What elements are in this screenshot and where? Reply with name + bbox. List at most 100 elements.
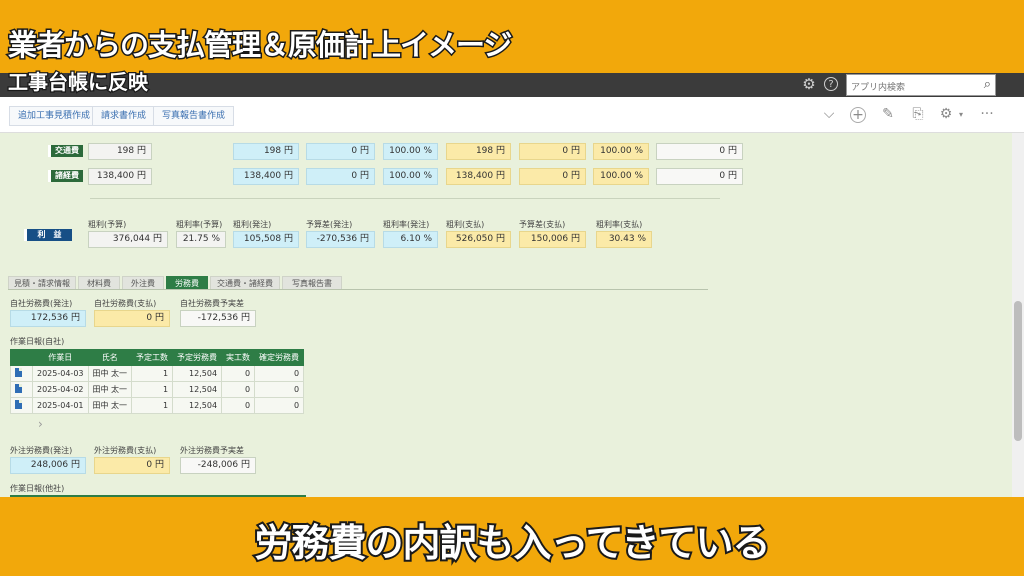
settings-caret-icon[interactable]: ▾ — [952, 110, 970, 119]
table-header-row: 作業日 氏名 予定工数 予定労務費 実工数 確定労務費 — [10, 349, 305, 366]
photo-report-button[interactable]: 写真報告書作成 — [153, 106, 235, 126]
profit-label: 利 益 — [24, 229, 72, 241]
daily-report-title: 作業日報(自社) — [10, 337, 65, 346]
search-input[interactable] — [847, 78, 967, 98]
cell-planned-hours: 1 — [131, 365, 174, 382]
video-title: 業者からの支払管理＆原価計上イメージ — [6, 27, 513, 64]
chevron-down-icon[interactable]: ⌵ — [820, 106, 838, 122]
app-search-box: ⌕ — [846, 74, 996, 98]
table-header-strip — [10, 495, 306, 497]
budget-diff-order: -270,536 円 — [306, 231, 375, 248]
outsourced-labor-diff-label: 外注労務費予実差 — [180, 446, 244, 455]
transport-balance: 0 円 — [656, 143, 743, 160]
cell-planned-hours: 1 — [131, 381, 174, 398]
misc-paid-diff: 0 円 — [519, 168, 586, 185]
transport-order-rate: 100.00 % — [383, 143, 438, 160]
transport-paid: 198 円 — [446, 143, 511, 160]
scrollbar-thumb[interactable] — [1014, 301, 1022, 441]
own-labor-diff: -172,536 円 — [180, 310, 256, 327]
misc-order: 138,400 円 — [233, 168, 299, 185]
col-planned-labor: 予定労務費 — [172, 349, 223, 366]
cell-date: 2025-04-02 — [32, 381, 89, 398]
gross-margin-order-label: 粗利率(発注) — [383, 220, 430, 229]
gross-profit-paid-label: 粗利(支払) — [446, 220, 485, 229]
cell-planned-labor: 12,504 — [172, 381, 223, 398]
budget-diff-order-label: 予算差(発注) — [306, 220, 353, 229]
gross-margin-paid: 30.43 % — [596, 231, 652, 248]
cell-actual-hours: 0 — [221, 381, 256, 398]
document-icon[interactable] — [15, 384, 22, 393]
cell-date: 2025-04-03 — [32, 365, 89, 382]
cell-actual-hours: 0 — [221, 365, 256, 382]
gross-margin-paid-label: 粗利率(支払) — [596, 220, 643, 229]
top-bar: ⚙ ? ⌕ — [0, 73, 1024, 98]
misc-balance: 0 円 — [656, 168, 743, 185]
more-options-icon[interactable]: ··· — [978, 106, 996, 122]
cell-confirmed-labor: 0 — [254, 365, 305, 382]
row-label-transport: 交通費 — [48, 145, 83, 157]
copy-icon[interactable]: ⎘ — [909, 106, 927, 122]
search-icon[interactable]: ⌕ — [984, 77, 991, 92]
row-label-misc-expenses: 諸経費 — [48, 170, 83, 182]
gross-profit-budget: 376,044 円 — [88, 231, 168, 248]
gross-profit-paid: 526,050 円 — [446, 231, 511, 248]
cell-name: 田中 太一 — [87, 397, 133, 414]
gross-margin-budget: 21.75 % — [176, 231, 226, 248]
tab-transport-misc[interactable]: 交通費・諸経費 — [210, 276, 280, 290]
vertical-scrollbar[interactable] — [1012, 133, 1024, 497]
app-window: ⚙ ? ⌕ 追加工事見積作成 請求書作成 写真報告書作成 ⌵ + ✎ ⎘ ⚙ ▾… — [0, 73, 1024, 497]
add-record-icon[interactable]: + — [850, 107, 866, 123]
col-confirmed-labor: 確定労務費 — [254, 349, 305, 366]
action-bar: 追加工事見積作成 請求書作成 写真報告書作成 ⌵ + ✎ ⎘ ⚙ ▾ ··· — [0, 97, 1024, 133]
cell-planned-hours: 1 — [131, 397, 174, 414]
edit-icon[interactable]: ✎ — [879, 106, 897, 122]
own-labor-paid-label: 自社労務費(支払) — [94, 299, 157, 308]
own-labor-order: 172,536 円 — [10, 310, 86, 327]
transport-budget: 198 円 — [88, 143, 152, 160]
tab-underline — [8, 289, 708, 290]
pager-next-icon[interactable]: › — [38, 417, 43, 431]
outsourced-labor-paid: 0 円 — [94, 457, 170, 474]
outsourced-labor-order-label: 外注労務費(発注) — [10, 446, 73, 455]
cell-planned-labor: 12,504 — [172, 365, 223, 382]
cell-name: 田中 太一 — [87, 365, 133, 382]
cell-confirmed-labor: 0 — [254, 381, 305, 398]
video-subtitle: 工事台帳に反映 — [7, 69, 150, 96]
col-planned-hours: 予定工数 — [131, 349, 174, 366]
outsourced-labor-order: 248,006 円 — [10, 457, 86, 474]
section-divider — [90, 198, 720, 199]
document-icon[interactable] — [15, 368, 22, 377]
gross-profit-order: 105,508 円 — [233, 231, 299, 248]
gross-profit-budget-label: 粗利(予算) — [88, 220, 127, 229]
video-caption: 労務費の内訳も入ってきている — [253, 519, 773, 567]
tab-outsourcing[interactable]: 外注費 — [122, 276, 164, 290]
own-labor-diff-label: 自社労務費予実差 — [180, 299, 244, 308]
additional-estimate-button[interactable]: 追加工事見積作成 — [9, 106, 100, 126]
cell-actual-hours: 0 — [221, 397, 256, 414]
help-icon[interactable]: ? — [824, 77, 838, 91]
table-row: 2025-04-03 田中 太一 1 12,504 0 0 — [10, 365, 305, 382]
tab-materials[interactable]: 材料費 — [78, 276, 120, 290]
invoice-create-button[interactable]: 請求書作成 — [92, 106, 156, 126]
outsourced-labor-diff: -248,006 円 — [180, 457, 256, 474]
col-actual-hours: 実工数 — [221, 349, 256, 366]
gross-margin-order: 6.10 % — [383, 231, 438, 248]
transport-order: 198 円 — [233, 143, 299, 160]
tab-labor[interactable]: 労務費 — [166, 276, 208, 290]
table-row: 2025-04-02 田中 太一 1 12,504 0 0 — [10, 381, 305, 398]
col-date: 作業日 — [32, 349, 89, 366]
budget-diff-paid-label: 予算差(支払) — [519, 220, 566, 229]
document-icon[interactable] — [15, 400, 22, 409]
gross-profit-order-label: 粗利(発注) — [233, 220, 272, 229]
transport-paid-diff: 0 円 — [519, 143, 586, 160]
gear-icon[interactable]: ⚙ — [800, 75, 818, 93]
transport-paid-rate: 100.00 % — [593, 143, 649, 160]
tab-photo-report[interactable]: 写真報告書 — [282, 276, 342, 290]
cell-date: 2025-04-01 — [32, 397, 89, 414]
tab-estimate-invoice[interactable]: 見積・請求情報 — [8, 276, 76, 290]
daily-report-other-title: 作業日報(他社) — [10, 484, 65, 493]
gross-margin-budget-label: 粗利率(予算) — [176, 220, 223, 229]
misc-paid-rate: 100.00 % — [593, 168, 649, 185]
misc-paid: 138,400 円 — [446, 168, 511, 185]
daily-report-table: 作業日 氏名 予定工数 予定労務費 実工数 確定労務費 2025-04-03 田… — [10, 349, 305, 414]
